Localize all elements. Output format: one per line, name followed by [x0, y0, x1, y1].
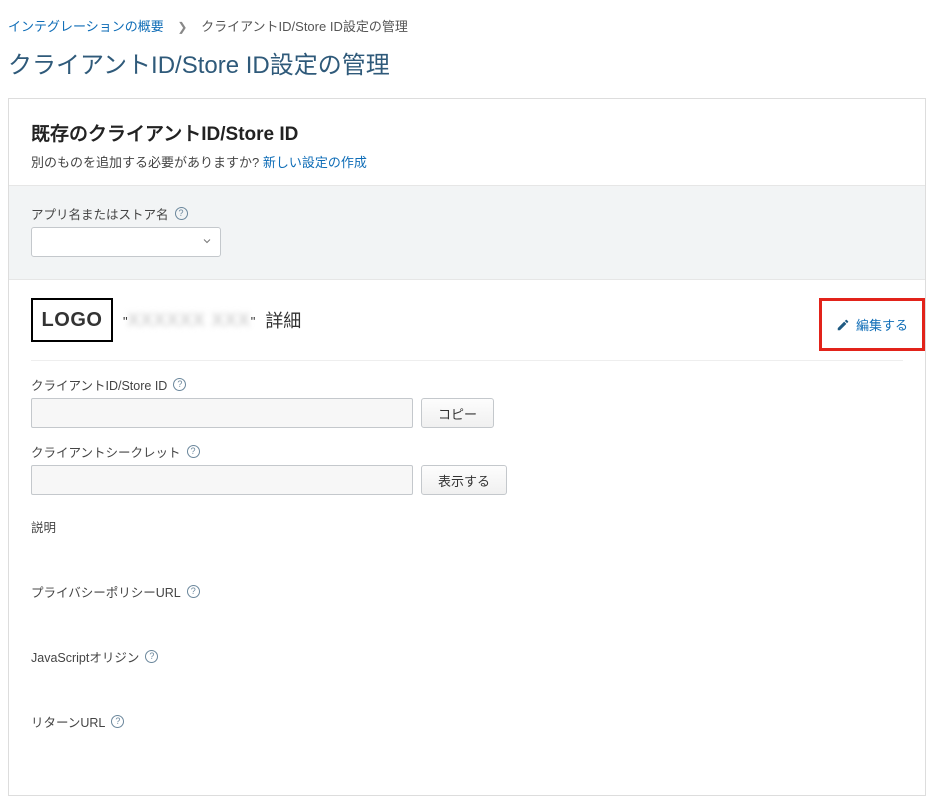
store-select-label: アプリ名またはストア名 [31, 204, 169, 223]
panel-subtext-prefix: 別のものを追加する必要がありますか? [31, 155, 263, 170]
app-name-masked: XXXXXX XXX [128, 310, 251, 330]
breadcrumb-parent-link[interactable]: インテグレーションの概要 [8, 19, 164, 34]
show-button[interactable]: 表示する [421, 465, 507, 495]
privacy-url-label: プライバシーポリシーURL [31, 582, 181, 601]
edit-highlight-box: 編集する [819, 298, 925, 351]
panel-header: 既存のクライアントID/Store ID 別のものを追加する必要がありますか? … [9, 99, 925, 185]
client-id-input[interactable] [31, 398, 413, 428]
logo-placeholder: LOGO [31, 298, 113, 342]
javascript-origin-label: JavaScriptオリジン [31, 647, 139, 666]
detail-section: LOGO "XXXXXX XXX" 詳細 編集する クライアントID/Store… [9, 280, 925, 795]
detail-header: LOGO "XXXXXX XXX" 詳細 [31, 298, 903, 361]
return-url-label: リターンURL [31, 712, 105, 731]
help-icon[interactable]: ? [187, 445, 200, 458]
edit-button[interactable]: 編集する [856, 315, 908, 334]
client-secret-block: クライアントシークレット ? 表示する [31, 442, 903, 495]
store-select[interactable] [31, 227, 221, 257]
client-id-block: クライアントID/Store ID ? コピー [31, 375, 903, 428]
store-select-bar: アプリ名またはストア名 ? [9, 185, 925, 280]
settings-panel: 既存のクライアントID/Store ID 別のものを追加する必要がありますか? … [8, 98, 926, 796]
detail-title-suffix: 詳細 [265, 307, 301, 333]
pencil-icon [836, 318, 850, 332]
javascript-origin-row: JavaScriptオリジン ? [31, 647, 903, 666]
client-id-label: クライアントID/Store ID [31, 375, 167, 394]
app-name-quoted: "XXXXXX XXX" [123, 310, 255, 331]
store-select-wrap [31, 227, 221, 257]
client-secret-input[interactable] [31, 465, 413, 495]
breadcrumb-current: クライアントID/Store ID設定の管理 [201, 19, 408, 34]
page-title: クライアントID/Store ID設定の管理 [8, 45, 926, 80]
help-icon[interactable]: ? [111, 715, 124, 728]
chevron-right-icon: ❯ [177, 20, 187, 34]
privacy-url-row: プライバシーポリシーURL ? [31, 582, 903, 601]
help-icon[interactable]: ? [173, 378, 186, 391]
help-icon[interactable]: ? [175, 207, 188, 220]
return-url-row: リターンURL ? [31, 712, 903, 731]
client-secret-label: クライアントシークレット [31, 442, 181, 461]
panel-heading: 既存のクライアントID/Store ID [31, 119, 903, 146]
help-icon[interactable]: ? [145, 650, 158, 663]
panel-subtext: 別のものを追加する必要がありますか? 新しい設定の作成 [31, 152, 903, 171]
help-icon[interactable]: ? [187, 585, 200, 598]
breadcrumb: インテグレーションの概要 ❯ クライアントID/Store ID設定の管理 [8, 16, 926, 35]
copy-button[interactable]: コピー [421, 398, 494, 428]
description-label: 説明 [31, 517, 903, 536]
create-new-link[interactable]: 新しい設定の作成 [263, 155, 367, 170]
